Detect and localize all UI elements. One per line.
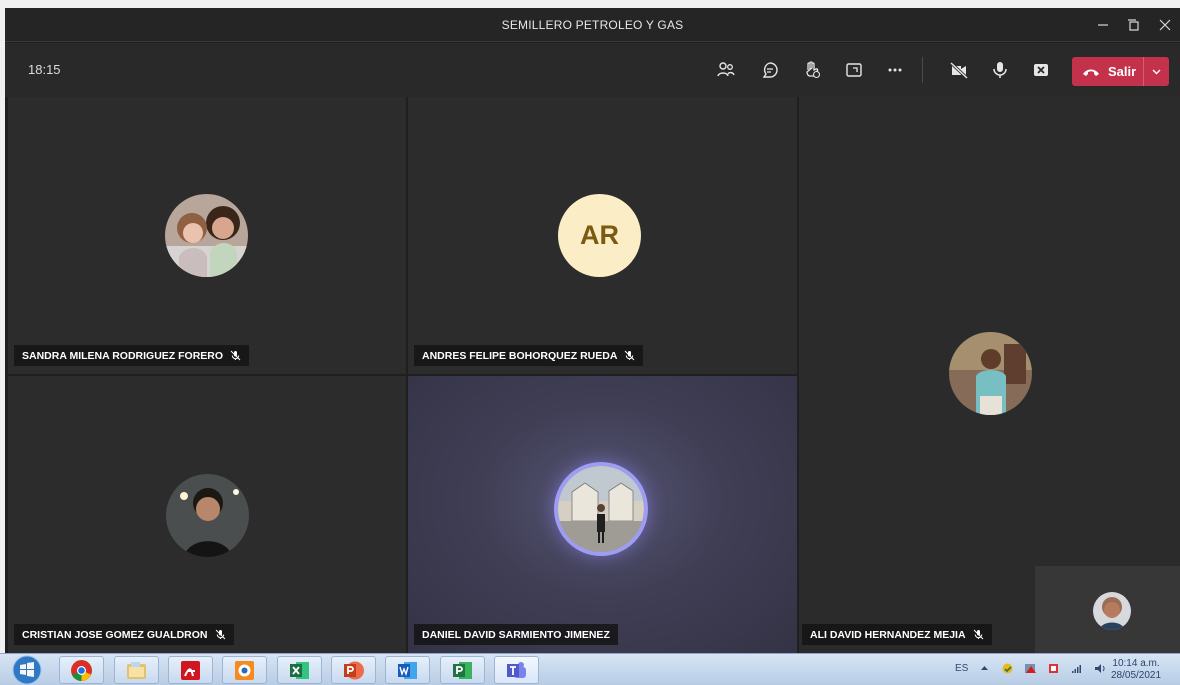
- chat-button[interactable]: [755, 55, 785, 85]
- taskbar-media-player[interactable]: [222, 656, 267, 684]
- share-tray-icon: [846, 63, 862, 77]
- leave-options-button[interactable]: [1144, 57, 1169, 86]
- camera-button[interactable]: [944, 55, 974, 85]
- action-center-icon[interactable]: [1024, 662, 1037, 675]
- self-view-preview[interactable]: [1035, 566, 1180, 653]
- meeting-title: SEMILLERO PETROLEO Y GAS: [501, 18, 684, 32]
- excel-icon: [290, 661, 309, 679]
- avatar-daniel-speaking: [554, 462, 648, 556]
- clock-date: 28/05/2021: [1111, 670, 1162, 681]
- maximize-button[interactable]: [1116, 13, 1150, 37]
- participants-button[interactable]: [711, 55, 741, 85]
- security-icon[interactable]: [1001, 662, 1014, 675]
- minimize-button[interactable]: [1086, 13, 1120, 37]
- language-indicator[interactable]: ES: [955, 663, 968, 674]
- chevron-down-icon: [1152, 69, 1161, 75]
- avatar-initials: AR: [558, 194, 641, 277]
- chrome-icon: [71, 659, 92, 681]
- mic-off-icon: [625, 350, 635, 361]
- microphone-button[interactable]: [985, 55, 1015, 85]
- teams-meeting-window: SEMILLERO PETROLEO Y GAS 18:15 Salir SAN…: [5, 8, 1180, 653]
- participant-name-label: ALI DAVID HERNANDEZ MEJIA: [802, 624, 992, 645]
- phone-hangup-icon: [1083, 69, 1099, 76]
- raise-hand-button[interactable]: [797, 55, 827, 85]
- raise-hand-icon: [806, 61, 821, 79]
- participant-tile-ali[interactable]: ALI DAVID HERNANDEZ MEJIA: [799, 97, 1180, 653]
- participant-name-label: SANDRA MILENA RODRIGUEZ FORERO: [14, 345, 250, 366]
- close-button[interactable]: [1148, 13, 1180, 37]
- project-icon: [453, 661, 472, 679]
- mic-off-icon: [230, 350, 241, 361]
- taskbar-powerpoint[interactable]: [331, 656, 376, 684]
- powerpoint-icon: [344, 661, 364, 679]
- meeting-toolbar: 18:15 Salir: [5, 43, 1180, 97]
- chat-icon: [762, 62, 778, 78]
- maximize-icon: [1128, 19, 1139, 31]
- clock-time: 10:14 a.m.: [1112, 658, 1160, 669]
- participant-name-label: ANDRES FELIPE BOHORQUEZ RUEDA: [414, 345, 644, 366]
- system-tray: ES: [955, 662, 1106, 675]
- leave-button[interactable]: Salir: [1072, 57, 1169, 86]
- more-actions-icon: [888, 68, 902, 72]
- participant-name-label: DANIEL DAVID SARMIENTO JIMENEZ: [414, 624, 618, 645]
- mic-off-icon: [215, 629, 225, 640]
- network-alert-icon[interactable]: [1047, 662, 1060, 675]
- toolbar-divider: [922, 57, 923, 83]
- participant-tile-sandra[interactable]: SANDRA MILENA RODRIGUEZ FORERO: [8, 97, 406, 374]
- taskbar-project[interactable]: [440, 656, 485, 684]
- more-actions-button[interactable]: [880, 55, 910, 85]
- tray-expand-icon[interactable]: [978, 662, 991, 675]
- signal-strength-icon[interactable]: [1070, 662, 1083, 675]
- microphone-icon: [993, 62, 1007, 78]
- self-avatar: [1093, 592, 1131, 630]
- avatar-cristian: [166, 474, 249, 557]
- share-tray-button[interactable]: [839, 55, 869, 85]
- volume-icon[interactable]: [1093, 662, 1106, 675]
- media-player-icon: [235, 660, 254, 680]
- participant-name-label: CRISTIAN JOSE GOMEZ GUALDRON: [14, 624, 234, 645]
- stop-sharing-button[interactable]: [1026, 55, 1056, 85]
- avatar-sandra: [165, 194, 248, 277]
- participant-tile-andres[interactable]: AR ANDRES FELIPE BOHORQUEZ RUEDA: [408, 97, 797, 374]
- camera-off-icon: [949, 61, 969, 80]
- close-icon: [1159, 19, 1171, 31]
- windows-start-icon[interactable]: [8, 655, 46, 685]
- acrobat-icon: [181, 660, 200, 680]
- system-clock[interactable]: 10:14 a.m. 28/05/2021: [1111, 658, 1161, 682]
- taskbar-excel[interactable]: [277, 656, 322, 684]
- taskbar-chrome[interactable]: [59, 656, 104, 684]
- leave-call-button[interactable]: Salir: [1072, 57, 1144, 86]
- minimize-icon: [1098, 24, 1108, 26]
- taskbar-word[interactable]: [385, 656, 430, 684]
- stop-sharing-icon: [1034, 64, 1048, 76]
- taskbar-acrobat[interactable]: [168, 656, 213, 684]
- windows-taskbar: ES 10:14 a.m. 28/05/2021: [0, 653, 1180, 685]
- participant-tile-cristian[interactable]: CRISTIAN JOSE GOMEZ GUALDRON: [8, 376, 406, 653]
- video-gallery: SANDRA MILENA RODRIGUEZ FORERO AR ANDRES…: [5, 97, 1180, 653]
- teams-icon: [507, 661, 526, 678]
- participant-tile-daniel[interactable]: DANIEL DAVID SARMIENTO JIMENEZ: [408, 376, 797, 653]
- title-bar: SEMILLERO PETROLEO Y GAS: [5, 8, 1180, 42]
- mic-off-icon: [973, 629, 983, 640]
- taskbar-file-explorer[interactable]: [114, 656, 159, 684]
- leave-label: Salir: [1108, 64, 1137, 79]
- participants-icon: [717, 62, 735, 77]
- file-explorer-icon: [127, 661, 146, 679]
- avatar-ali: [949, 332, 1032, 415]
- word-icon: [398, 661, 417, 679]
- taskbar-teams[interactable]: [494, 656, 539, 684]
- meeting-timer: 18:15: [28, 62, 61, 77]
